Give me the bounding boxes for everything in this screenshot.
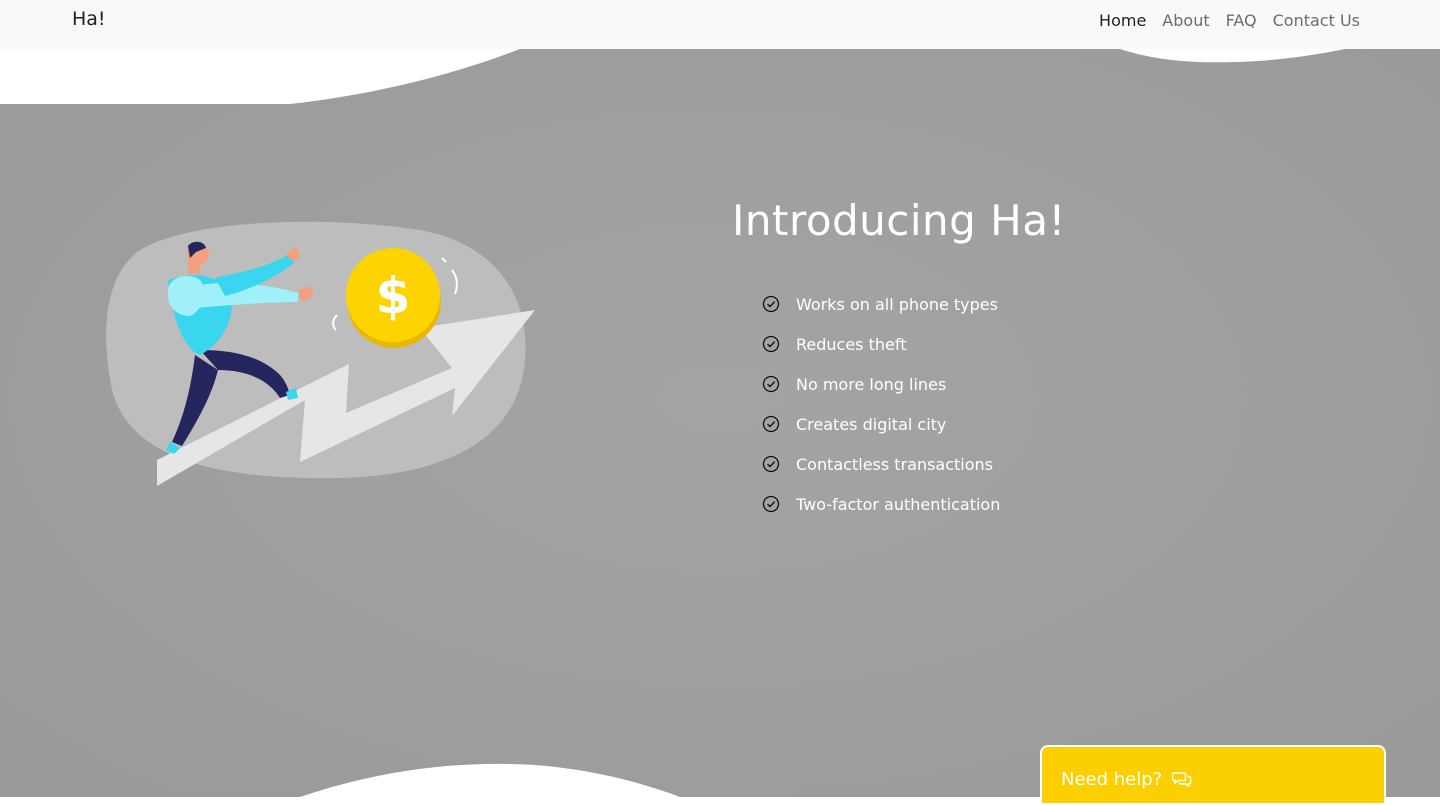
check-circle-icon — [762, 295, 780, 313]
feature-list: Works on all phone types Reduces theft N… — [762, 284, 1000, 524]
feature-text: No more long lines — [796, 374, 947, 394]
feature-text: Contactless transactions — [796, 454, 994, 474]
list-item: Reduces theft — [762, 324, 1000, 364]
person-chasing-coin-icon: $ — [106, 221, 535, 486]
feature-text: Reduces theft — [796, 334, 907, 354]
check-circle-icon — [762, 455, 780, 473]
navbar: Ha! Home About FAQ Contact Us — [0, 0, 1440, 49]
nav-link-about[interactable]: About — [1162, 11, 1209, 30]
list-item: Creates digital city — [762, 404, 1000, 444]
hero-title: Introducing Ha! — [732, 196, 1066, 245]
nav-link-contact-us[interactable]: Contact Us — [1273, 11, 1360, 30]
svg-text:$: $ — [376, 267, 411, 325]
check-circle-icon — [762, 375, 780, 393]
check-circle-icon — [762, 495, 780, 513]
brand-logo[interactable]: Ha! — [72, 8, 106, 30]
list-item: Works on all phone types — [762, 284, 1000, 324]
feature-text: Two-factor authentication — [796, 494, 1001, 514]
feature-text: Creates digital city — [796, 414, 947, 434]
feature-text: Works on all phone types — [796, 294, 998, 314]
nav-link-home[interactable]: Home — [1099, 11, 1146, 30]
need-help-label: Need help? — [1061, 769, 1163, 790]
nav-links: Home About FAQ Contact Us — [1099, 11, 1360, 30]
check-circle-icon — [762, 335, 780, 353]
list-item: Contactless transactions — [762, 444, 1000, 484]
check-circle-icon — [762, 415, 780, 433]
nav-link-faq[interactable]: FAQ — [1226, 11, 1257, 30]
need-help-button[interactable]: Need help? — [1040, 745, 1386, 805]
list-item: Two-factor authentication — [762, 484, 1000, 524]
list-item: No more long lines — [762, 364, 1000, 404]
chat-bubbles-icon — [1171, 771, 1192, 791]
